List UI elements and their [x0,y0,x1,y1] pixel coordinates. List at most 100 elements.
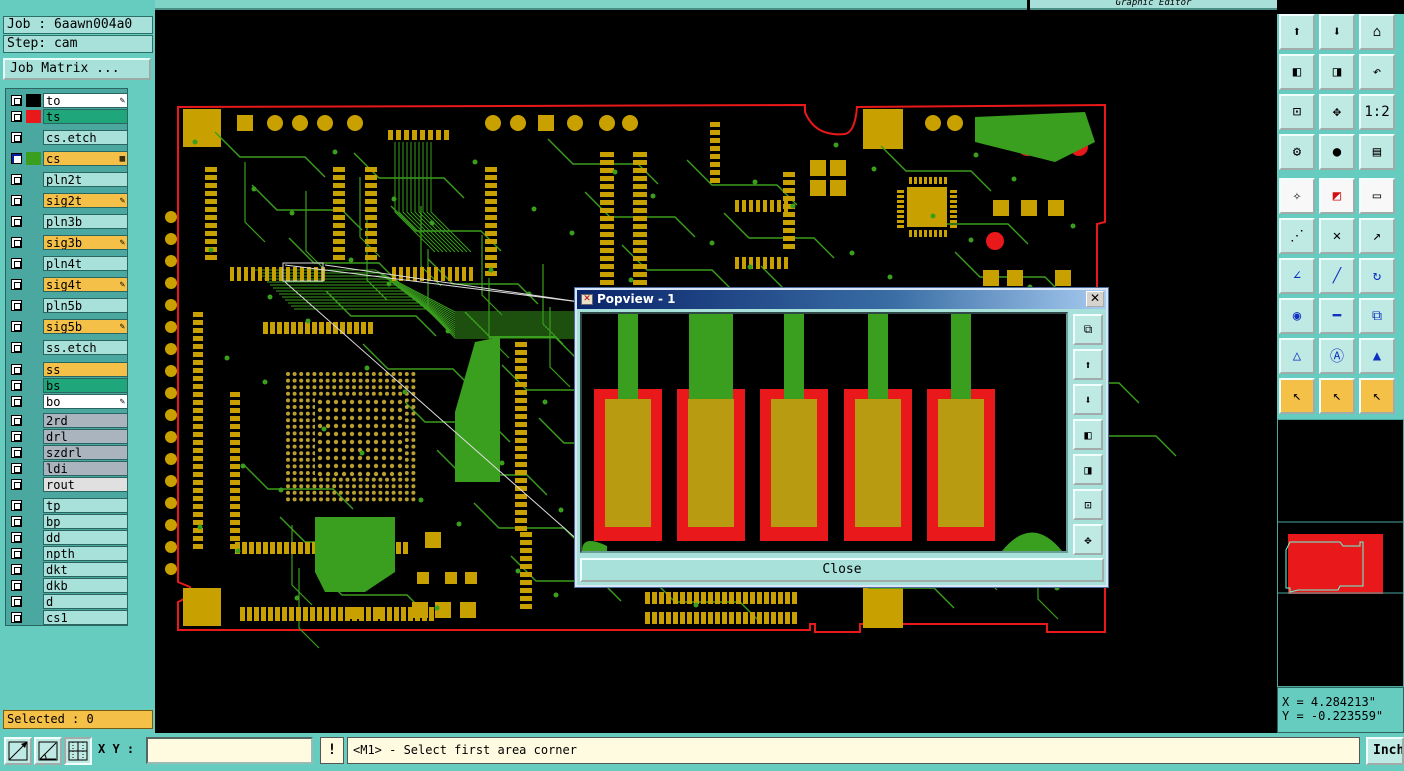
layer-checkbox[interactable] [11,380,22,391]
layer-name[interactable]: bo ✎ [43,394,128,409]
layer-color-swatch[interactable] [26,152,41,165]
message-button[interactable]: ! [320,737,344,764]
layer-name[interactable]: sig4t ✎ [43,277,128,292]
pan-right-button[interactable]: ◨ [1073,454,1103,485]
zoom-fit-tool-button[interactable]: ⧉ [1359,298,1395,334]
grid-snap-button[interactable] [64,737,92,765]
layer-checkbox[interactable] [11,195,22,206]
layer-checkbox[interactable] [11,153,22,164]
layer-name[interactable]: ts [43,109,128,124]
layer-row-bo[interactable]: bo ✎ [6,393,129,409]
layer-row-ss[interactable]: ss [6,361,129,377]
layer-checkbox[interactable] [11,321,22,332]
layer-color-swatch[interactable] [26,94,41,107]
layer-row-pln5b[interactable]: pln5b [6,297,129,313]
layer-checkbox[interactable] [11,463,22,474]
layer-row-drl[interactable]: drl [6,428,129,444]
layer-name[interactable]: pln3b [43,214,128,229]
zoom-house-tool-button[interactable]: ⌂ [1359,14,1395,50]
layer-name[interactable]: cs1 [43,610,128,625]
layer-name[interactable]: tp [43,498,128,513]
pointer-select-tool-button[interactable]: ↖ [1359,378,1395,414]
layer-name[interactable]: 2rd [43,413,128,428]
layer-name[interactable]: ldi [43,461,128,476]
zoom-window-button[interactable]: ⧉ [1073,314,1103,345]
layer-row-dkb[interactable]: dkb [6,577,129,593]
rotate-tool-button[interactable]: ↻ [1359,258,1395,294]
layer-row-to[interactable]: to ✎ [6,92,129,108]
zoom-home-tool-button[interactable]: ⬆ [1279,14,1315,50]
layer-row-bp[interactable]: bp [6,513,129,529]
layer-toggle-tool-button[interactable]: ▤ [1359,134,1395,170]
measure-point-tool-button[interactable]: ● [1319,134,1355,170]
layer-checkbox[interactable] [11,479,22,490]
layer-row-dkt[interactable]: dkt [6,561,129,577]
layer-row-sig3b[interactable]: sig3b ✎ [6,234,129,250]
close-icon[interactable]: ✕ [1086,291,1104,307]
layer-name[interactable]: pln5b [43,298,128,313]
xy-input[interactable] [146,737,313,764]
pan-left-button[interactable]: ◧ [1073,419,1103,450]
layer-row-dd[interactable]: dd [6,529,129,545]
layer-name[interactable]: rout [43,477,128,492]
ruler-tool-button[interactable]: ▭ [1359,178,1395,214]
layer-row-ts[interactable]: ts [6,108,129,124]
layer-row-rout[interactable]: rout [6,476,129,492]
layer-row-sig2t[interactable]: sig2t ✎ [6,192,129,208]
layer-row-ss-etch[interactable]: ss.etch [6,339,129,355]
layer-row-ldi[interactable]: ldi [6,460,129,476]
pointer-box-tool-button[interactable]: ↖ [1319,378,1355,414]
layer-checkbox[interactable] [11,612,22,623]
layer-checkbox[interactable] [11,431,22,442]
layer-row-sig4t[interactable]: sig4t ✎ [6,276,129,292]
nodes-tool-button[interactable]: ⋰ [1279,218,1315,254]
layer-name[interactable]: ss.etch [43,340,128,355]
zoom-window-tool-button[interactable]: ⬇ [1319,14,1355,50]
cross-tool-button[interactable]: ✕ [1319,218,1355,254]
layer-name[interactable]: cs.etch [43,130,128,145]
snap-tool-button[interactable]: ✧ [1279,178,1315,214]
layer-checkbox[interactable] [11,364,22,375]
one-to-two-tool-button[interactable]: 1:2 [1359,94,1395,130]
layer-name[interactable]: dd [43,530,128,545]
layer-name[interactable]: d [43,594,128,609]
triangle-tool-button[interactable]: △ [1279,338,1315,374]
snap-grid-button[interactable] [4,737,32,765]
layer-name[interactable]: ss [43,362,128,377]
layer-name[interactable]: bs [43,378,128,393]
layer-name[interactable]: bp [43,514,128,529]
layer-row-pln4t[interactable]: pln4t [6,255,129,271]
zoom-out-button[interactable]: ⬇ [1073,384,1103,415]
layer-name[interactable]: pln2t [43,172,128,187]
pan-right-tool-button[interactable]: ◨ [1319,54,1355,90]
layer-checkbox[interactable] [11,300,22,311]
layer-name[interactable]: sig3b ✎ [43,235,128,250]
popview-canvas[interactable] [580,312,1068,553]
feature-tool-button[interactable]: ◉ [1279,298,1315,334]
layer-checkbox[interactable] [11,396,22,407]
angle-tool-button[interactable]: ∠ [1279,258,1315,294]
layer-checkbox[interactable] [11,279,22,290]
layer-row-pln3b[interactable]: pln3b [6,213,129,229]
line-tool-button[interactable]: ◩ [1319,178,1355,214]
layer-name[interactable]: dkt [43,562,128,577]
layer-name[interactable]: sig2t ✎ [43,193,128,208]
board-overview[interactable] [1277,419,1404,687]
layer-checkbox[interactable] [11,174,22,185]
popview-title-bar[interactable]: ✕ Popview - 1 ✕ [577,290,1106,309]
layer-checkbox[interactable] [11,447,22,458]
layer-checkbox[interactable] [11,342,22,353]
layer-row-bs[interactable]: bs [6,377,129,393]
layer-checkbox[interactable] [11,415,22,426]
close-button[interactable]: Close [580,558,1104,582]
layer-checkbox[interactable] [11,111,22,122]
layer-checkbox[interactable] [11,258,22,269]
triangle-outline-tool-button[interactable]: ▲ [1359,338,1395,374]
fit-button[interactable]: ⊡ [1073,489,1103,520]
job-matrix-button[interactable]: Job Matrix ... [3,58,151,80]
layer-name[interactable]: drl [43,429,128,444]
layer-name[interactable]: szdrl [43,445,128,460]
layer-checkbox[interactable] [11,516,22,527]
layer-row-d[interactable]: d [6,593,129,609]
layer-checkbox[interactable] [11,548,22,559]
